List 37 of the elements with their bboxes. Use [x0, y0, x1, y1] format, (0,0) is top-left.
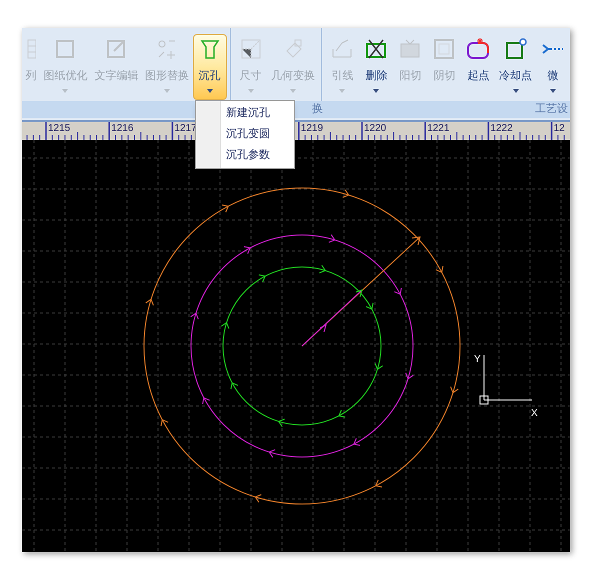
caret-icon: [206, 89, 213, 93]
ribbon-button[interactable]: 起点: [461, 34, 496, 100]
ruler-label: 1222: [490, 123, 513, 134]
ruler-label: 1215: [48, 123, 70, 134]
caret-icon: [373, 89, 380, 93]
menu-item[interactable]: 沉孔参数: [196, 145, 294, 166]
caret-icon: [62, 89, 68, 93]
tool-icon: [364, 37, 388, 61]
caret-icon: [164, 89, 170, 93]
axis-label: Y: [474, 354, 481, 365]
caret-icon: [290, 89, 296, 93]
tool-icon: [432, 37, 456, 61]
ruler-label: 1216: [111, 123, 134, 134]
tool-icon: [238, 37, 263, 61]
ruler-label: 1217: [174, 123, 197, 134]
caret-icon: [339, 89, 346, 93]
tool-icon: [466, 37, 490, 61]
tool-icon: [26, 37, 36, 61]
ribbon-button[interactable]: 沉孔: [192, 34, 227, 100]
ruler-label: 1219: [300, 123, 324, 134]
group-label: 换: [312, 102, 324, 117]
axis-indicator: [480, 354, 532, 404]
caret-icon: [248, 89, 254, 93]
ruler-label: 1221: [427, 123, 450, 134]
ribbon-button[interactable]: 冷却点: [495, 34, 536, 100]
caret-icon: [512, 89, 519, 93]
ribbon-button[interactable]: 微: [536, 34, 570, 100]
menu-item[interactable]: 沉孔变圆: [196, 124, 294, 145]
menu-gutter: [196, 101, 221, 168]
group-label: 工艺设: [535, 102, 568, 117]
tool-icon: [504, 37, 528, 61]
ruler-label: 12: [554, 123, 565, 134]
caret-icon: [550, 89, 556, 93]
ribbon-button[interactable]: 删除: [359, 34, 394, 100]
ruler-label: 1220: [364, 123, 386, 134]
axis-label: X: [531, 408, 538, 419]
menu-item[interactable]: 新建沉孔: [196, 103, 294, 124]
